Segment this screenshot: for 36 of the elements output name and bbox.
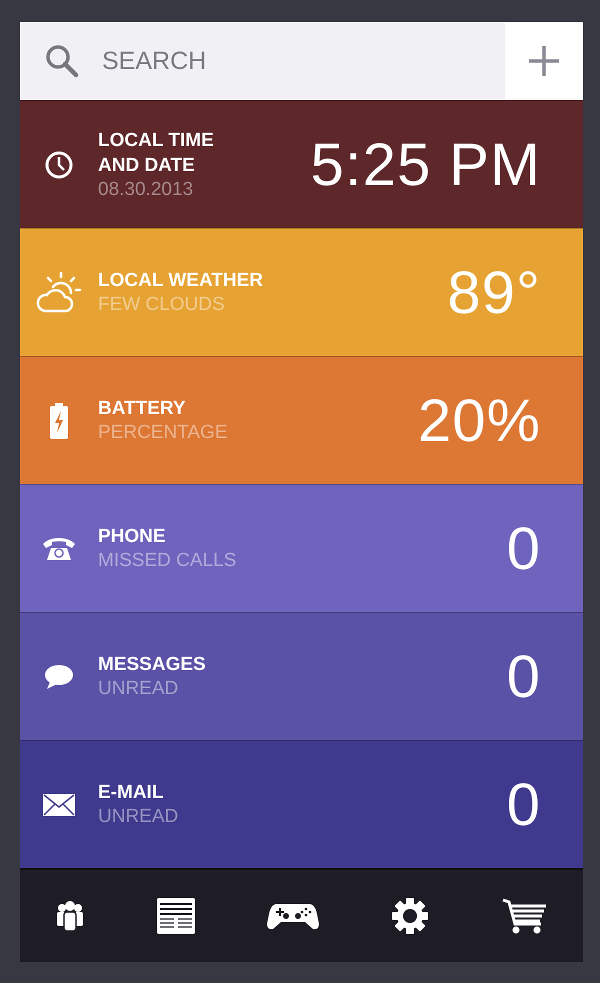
widget-title: BATTERY bbox=[98, 397, 187, 421]
speech-bubble-icon bbox=[44, 664, 74, 690]
clock-icon bbox=[44, 150, 74, 180]
newspaper-icon[interactable] bbox=[156, 898, 195, 934]
widget-value: 20% bbox=[418, 386, 541, 455]
widget-card[interactable]: MESSAGES UNREAD 0 bbox=[20, 612, 583, 740]
gamepad-icon[interactable] bbox=[267, 902, 320, 930]
widget-subtitle: PERCENTAGE bbox=[98, 421, 229, 445]
widget-title: PHONE bbox=[98, 525, 167, 549]
widget-subtitle: UNREAD bbox=[98, 677, 180, 701]
widget-value: 0 bbox=[506, 642, 541, 711]
add-button[interactable] bbox=[505, 22, 583, 100]
widget-subtitle: 08.30.2013 bbox=[98, 178, 194, 202]
widget-title: LOCAL TIME AND DATE bbox=[98, 128, 215, 178]
widget-subtitle: UNREAD bbox=[98, 805, 180, 829]
envelope-icon bbox=[43, 794, 75, 816]
telephone-icon bbox=[42, 536, 76, 562]
widget-value: 0 bbox=[506, 514, 541, 583]
widget-subtitle: FEW CLOUDS bbox=[98, 293, 226, 317]
widget-card[interactable]: LOCAL TIME AND DATE 08.30.2013 5:25 PM bbox=[20, 100, 583, 228]
widget-title: E-MAIL bbox=[98, 781, 164, 805]
battery-icon bbox=[49, 402, 69, 438]
widget-value: 89° bbox=[447, 258, 541, 327]
people-icon[interactable] bbox=[56, 900, 84, 932]
cart-icon[interactable] bbox=[500, 898, 547, 934]
search-field[interactable]: SEARCH bbox=[20, 22, 505, 100]
widget-card[interactable]: E-MAIL UNREAD 0 bbox=[20, 740, 583, 868]
widget-title: LOCAL WEATHER bbox=[98, 269, 264, 293]
settings-icon[interactable] bbox=[392, 898, 428, 934]
widget-value: 5:25 PM bbox=[310, 130, 541, 199]
widget-value: 0 bbox=[506, 770, 541, 839]
widget-title: MESSAGES bbox=[98, 653, 207, 677]
widget-subtitle: MISSED CALLS bbox=[98, 549, 238, 573]
widget-card[interactable]: PHONE MISSED CALLS 0 bbox=[20, 484, 583, 612]
sun-cloud-icon bbox=[35, 270, 83, 314]
plus-icon bbox=[527, 44, 561, 78]
